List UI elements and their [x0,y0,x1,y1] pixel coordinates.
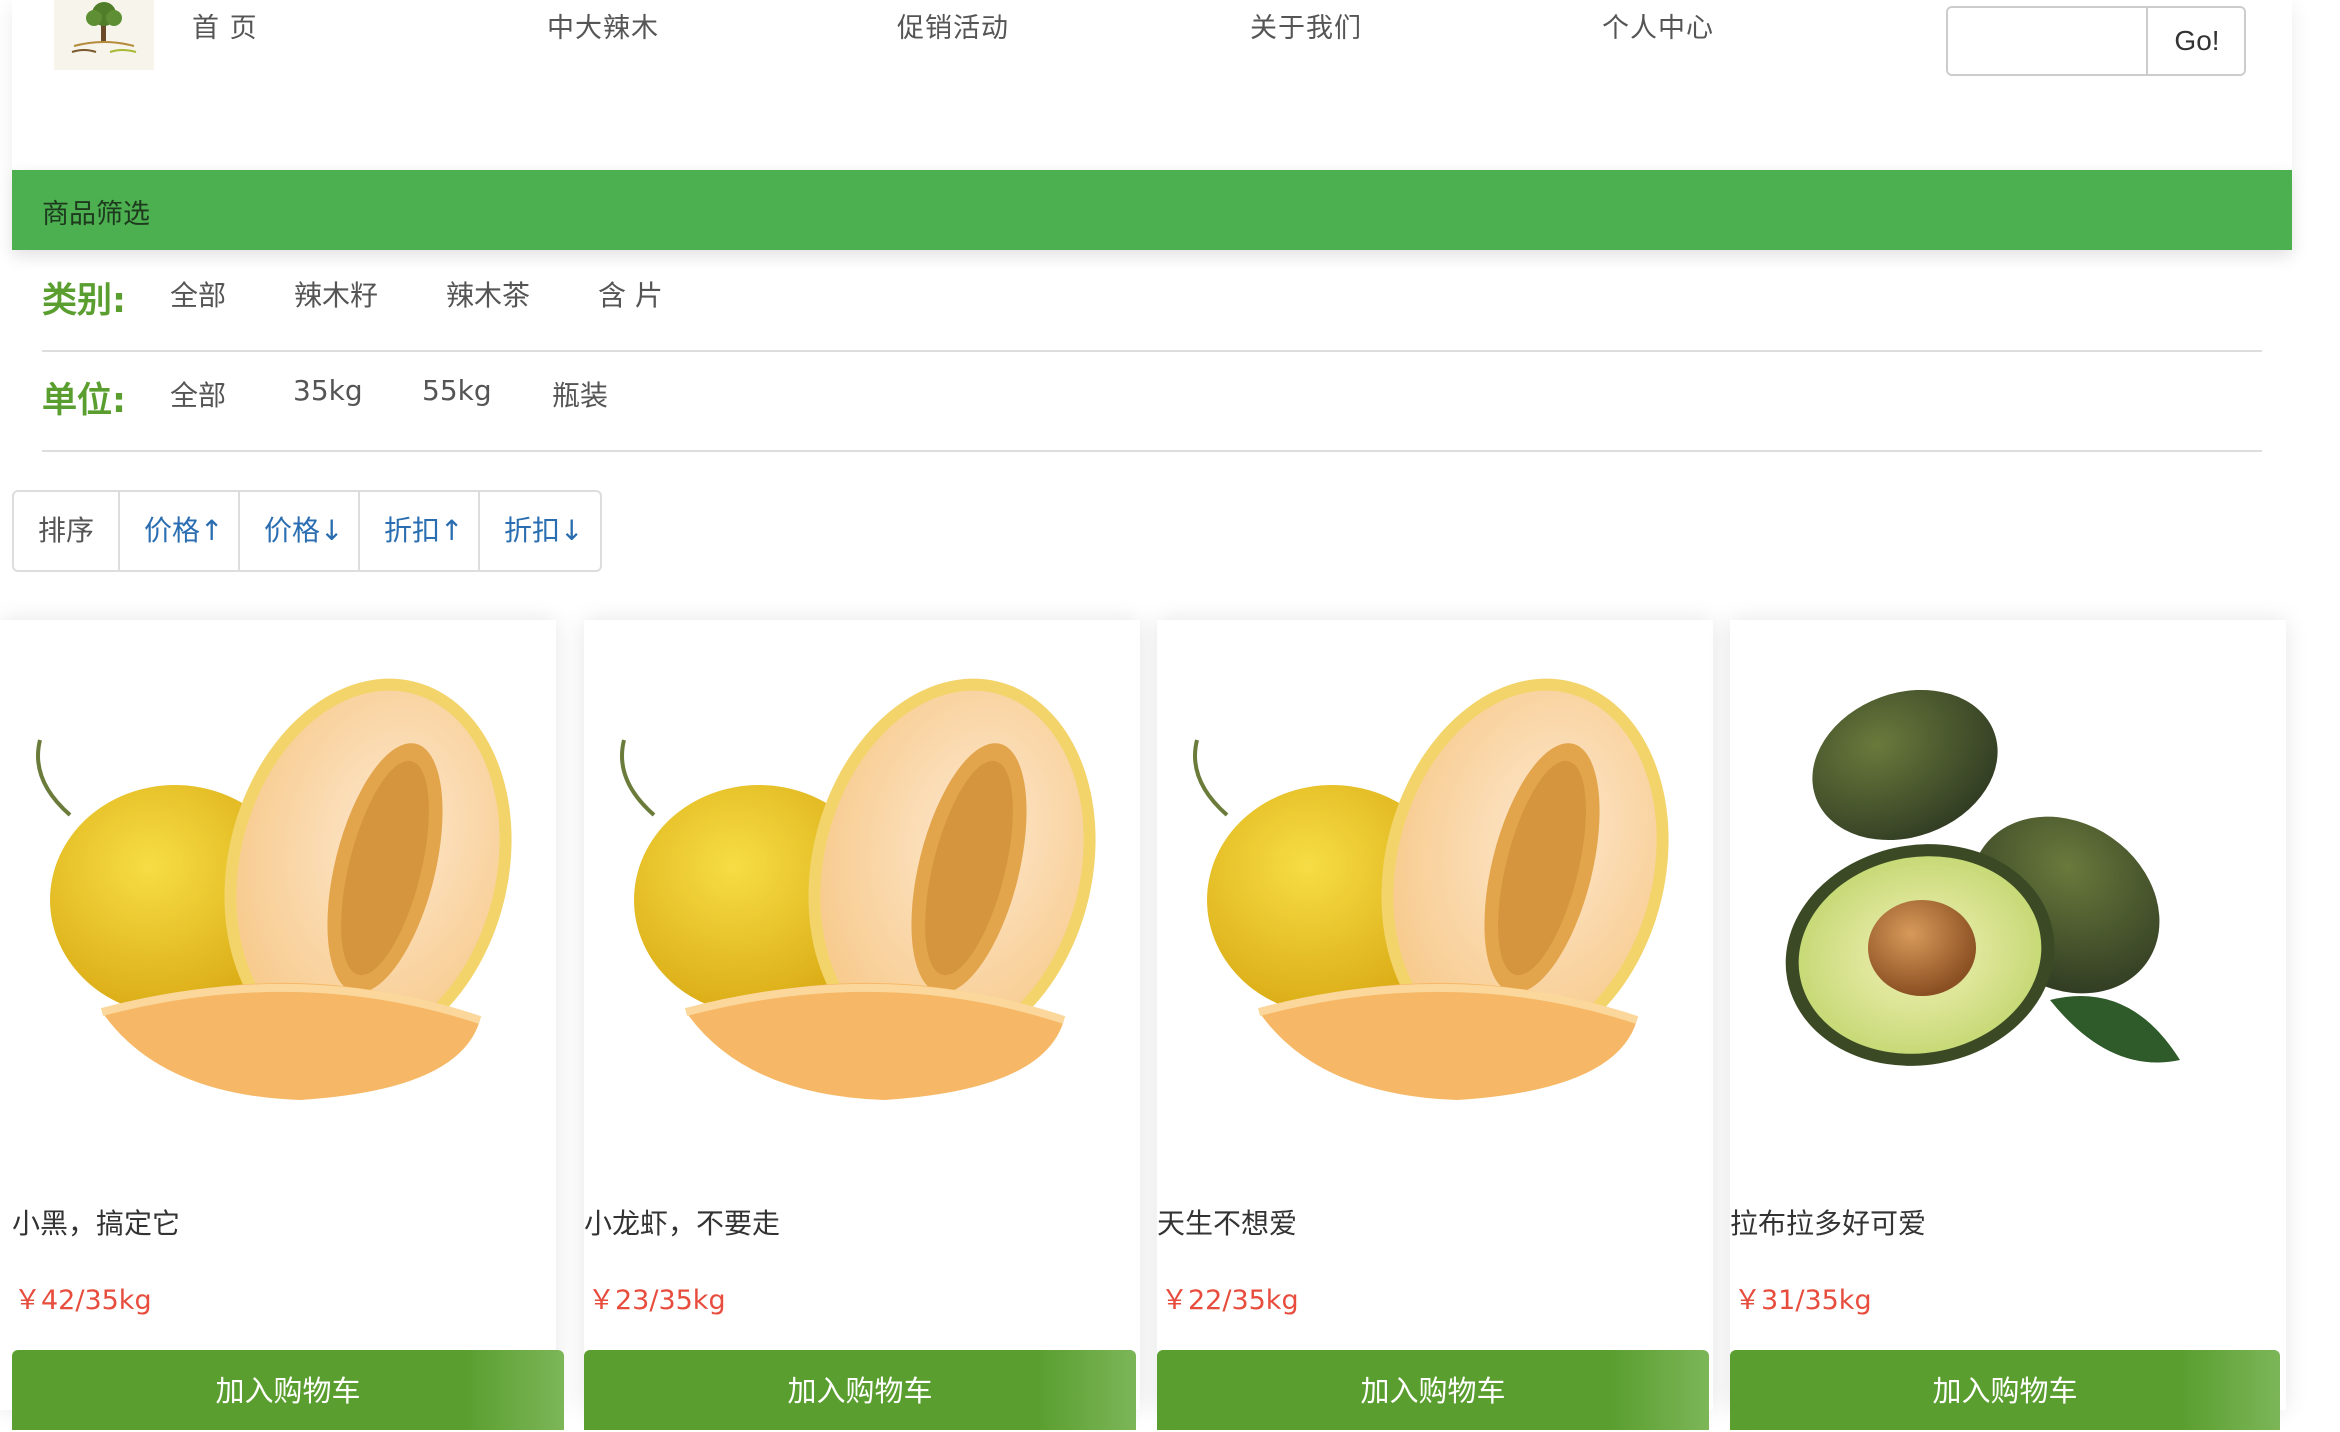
nav-promotions[interactable]: 促销活动 [897,6,1009,45]
product-image-avocado[interactable] [1730,620,2286,1180]
product-image-melon[interactable] [584,620,1140,1180]
unit-label: 单位: [42,381,126,421]
add-to-cart-button[interactable]: 加入购物车 [584,1350,1136,1430]
filter-header: 商品筛选 [12,170,2292,250]
product-name[interactable]: 小龙虾，不要走 [584,1202,780,1242]
sort-label: 排序 [14,492,120,570]
sort-discount-desc-button[interactable]: 折扣↓ [480,492,600,570]
add-to-cart-button[interactable]: 加入购物车 [1730,1350,2280,1430]
product-card: 天生不想爱 ￥22/35kg 加入购物车 [1157,620,1713,1430]
product-price: ￥22/35kg [1161,1285,1299,1316]
category-option-seeds[interactable]: 辣木籽 [294,274,378,314]
add-to-cart-button[interactable]: 加入购物车 [12,1350,564,1430]
nav-about[interactable]: 关于我们 [1250,6,1362,45]
unit-option-35kg[interactable]: 35kg [293,374,363,407]
product-price: ￥23/35kg [588,1285,726,1316]
sort-button-group: 排序 价格↑ 价格↓ 折扣↑ 折扣↓ [12,490,602,572]
product-image-melon[interactable] [0,620,556,1180]
category-option-all[interactable]: 全部 [170,274,226,314]
search-go-button[interactable]: Go! [2150,8,2244,74]
nav-home[interactable]: 首 页 [192,6,258,45]
product-name[interactable]: 小黑，搞定它 [12,1202,180,1242]
unit-filter-row: 单位: 全部 35kg 55kg 瓶装 [42,350,2262,452]
product-name[interactable]: 拉布拉多好可爱 [1730,1202,1926,1242]
category-option-tea[interactable]: 辣木茶 [446,274,530,314]
product-image-melon[interactable] [1157,620,1713,1180]
product-card: 拉布拉多好可爱 ￥31/35kg 加入购物车 [1730,620,2286,1430]
product-card: 小龙虾，不要走 ￥23/35kg 加入购物车 [584,620,1140,1430]
category-label: 类别: [42,281,126,321]
add-to-cart-button[interactable]: 加入购物车 [1157,1350,1709,1430]
search-input[interactable] [1948,8,2148,74]
category-option-lozenge[interactable]: 含 片 [598,274,663,314]
unit-option-all[interactable]: 全部 [170,374,226,414]
nav-moringa[interactable]: 中大辣木 [547,6,659,45]
sort-price-desc-button[interactable]: 价格↓ [240,492,360,570]
product-price: ￥42/35kg [14,1285,152,1316]
search-box: Go! [1946,6,2246,76]
product-price: ￥31/35kg [1734,1285,1872,1316]
category-filter-row: 类别: 全部 辣木籽 辣木茶 含 片 [42,250,2262,352]
nav-user-center[interactable]: 个人中心 [1602,6,1714,45]
brand-logo[interactable] [54,0,154,70]
sort-discount-asc-button[interactable]: 折扣↑ [360,492,480,570]
sort-price-asc-button[interactable]: 价格↑ [120,492,240,570]
product-name[interactable]: 天生不想爱 [1157,1202,1297,1242]
unit-option-55kg[interactable]: 55kg [422,374,492,407]
top-navbar: 首 页 中大辣木 促销活动 关于我们 个人中心 Go! [12,0,2292,170]
unit-option-bottled[interactable]: 瓶装 [552,374,608,414]
filter-title: 商品筛选 [42,199,150,230]
product-card: 小黑，搞定它 ￥42/35kg 加入购物车 [0,620,564,1430]
